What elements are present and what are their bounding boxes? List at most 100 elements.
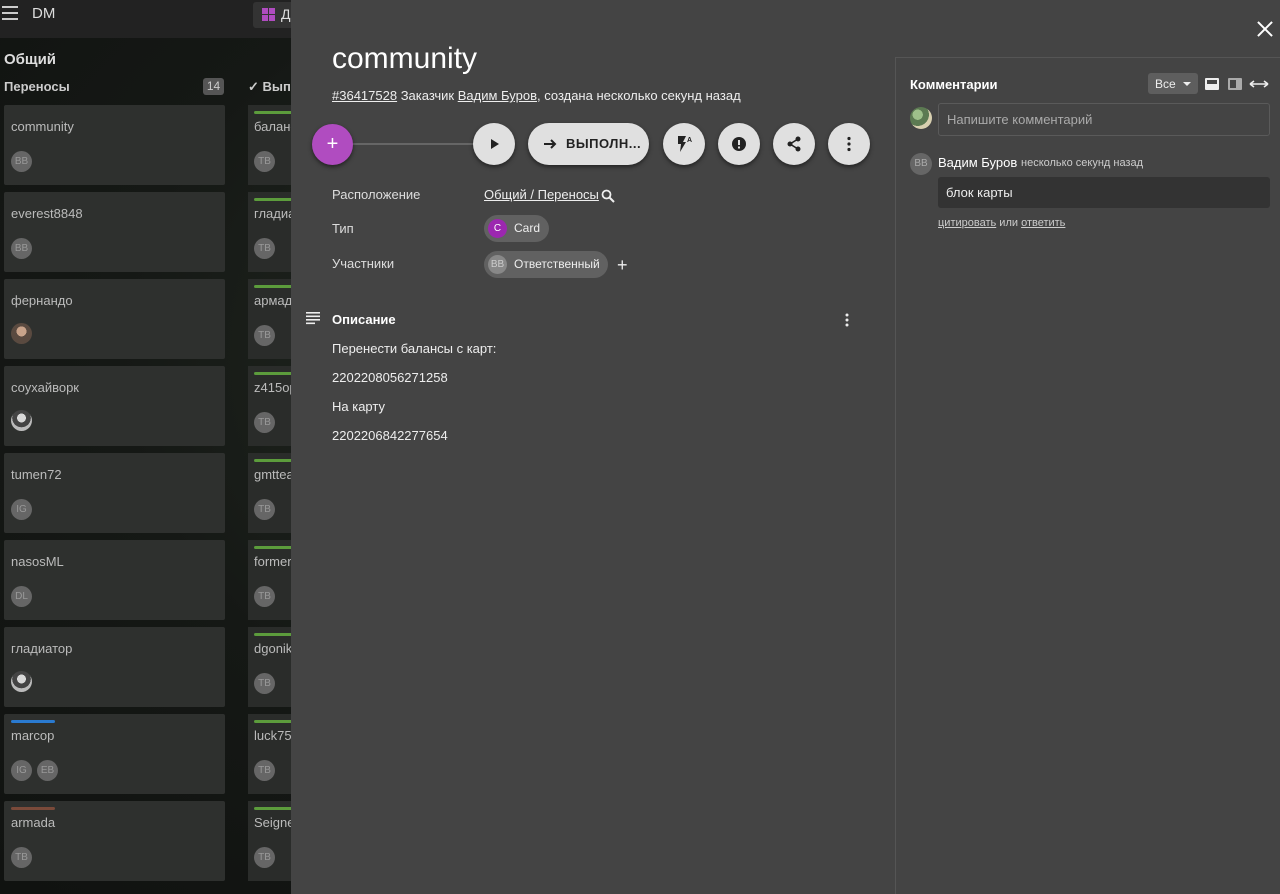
avatar: TB — [254, 499, 275, 520]
comments-filter-select[interactable]: Все — [1148, 73, 1198, 94]
task-card[interactable]: everest8848 ВВ — [4, 192, 225, 272]
task-card[interactable]: armada TB — [4, 801, 225, 881]
task-card[interactable]: nasosML DL — [4, 540, 225, 620]
expand-horizontal-icon[interactable] — [1249, 79, 1269, 89]
task-card[interactable]: Seigne TB — [248, 801, 292, 881]
task-card-name: marcop — [11, 728, 55, 743]
avatar: ВВ — [11, 151, 32, 172]
timeline-line — [352, 143, 477, 145]
description-line: Перенести балансы с карт: — [332, 341, 497, 356]
task-card[interactable]: tumen72 IG — [4, 453, 225, 533]
task-card[interactable]: dgonik TB — [248, 627, 292, 707]
task-card[interactable]: гладиатор — [4, 627, 225, 707]
task-card[interactable]: гладиатор TB — [248, 192, 292, 272]
alert-icon — [732, 137, 746, 151]
avatar: TB — [254, 238, 275, 259]
comments-filter-value: Все — [1155, 77, 1176, 91]
task-card-name: армада — [254, 293, 292, 308]
caret-down-icon — [1183, 82, 1191, 86]
more-button[interactable] — [828, 123, 870, 165]
type-chip-label: Card — [514, 221, 541, 235]
task-card-name: баланс — [254, 119, 292, 134]
task-card[interactable]: former TB — [248, 540, 292, 620]
close-icon[interactable] — [1256, 20, 1274, 38]
share-button[interactable] — [773, 123, 815, 165]
avatar: TB — [254, 760, 275, 781]
task-card[interactable]: баланс TB — [248, 105, 292, 185]
avatar: EB — [37, 760, 58, 781]
avatar: TB — [11, 847, 32, 868]
auto-flash-button[interactable]: A — [663, 123, 705, 165]
card-label-stripe — [11, 807, 55, 810]
comment-bubble: блок карты — [938, 177, 1270, 208]
task-card-name: nasosML — [11, 554, 64, 569]
column2-title: ✓ Выполнено — [248, 79, 292, 94]
description-title: Описание — [332, 312, 396, 327]
column-count-badge: 14 — [203, 78, 224, 95]
task-card-name: гладиатор — [11, 641, 73, 656]
created-text: , создана несколько секунд назад — [536, 88, 741, 103]
customer-label: Заказчик — [400, 88, 455, 103]
arrow-right-icon — [544, 139, 557, 149]
task-card-name: Seigne — [254, 815, 292, 830]
description-line: 2202206842277654 — [332, 428, 448, 443]
add-member-icon[interactable]: + — [617, 255, 628, 276]
task-card-name: dgonik — [254, 641, 292, 656]
menu-icon[interactable] — [2, 6, 18, 20]
task-card[interactable]: соухайворк — [4, 366, 225, 446]
avatar: TB — [254, 412, 275, 433]
comments-title: Комментарии — [910, 77, 998, 92]
share-icon — [787, 136, 801, 152]
task-card[interactable]: армада TB — [248, 279, 292, 359]
priority-button[interactable] — [718, 123, 760, 165]
location-link[interactable]: Общий / Переносы — [484, 187, 599, 202]
layout-bottom-icon[interactable] — [1205, 78, 1219, 90]
quote-link[interactable]: цитировать — [938, 217, 996, 229]
task-card[interactable]: gmtteam TB — [248, 453, 292, 533]
notes-icon — [306, 312, 320, 325]
task-card-name: community — [11, 119, 74, 134]
type-label: Тип — [332, 221, 354, 236]
column-title: Переносы — [4, 79, 70, 94]
reply-link[interactable]: ответить — [1021, 217, 1065, 229]
task-card-name: luck75 — [254, 728, 292, 743]
more-vertical-icon[interactable] — [845, 313, 849, 327]
card-label-stripe — [254, 807, 292, 810]
search-icon[interactable] — [601, 189, 615, 203]
task-meta: #36417528 Заказчик Вадим Буров, создана … — [332, 88, 741, 103]
task-card-name: гладиатор — [254, 206, 292, 221]
task-card-name: фернандо — [11, 293, 73, 308]
add-button[interactable]: + — [312, 124, 353, 165]
customer-link[interactable]: Вадим Буров — [458, 88, 537, 103]
task-card[interactable]: z415op TB — [248, 366, 292, 446]
comment-text: блок карты — [946, 185, 1013, 200]
task-card[interactable]: community ВВ — [4, 105, 225, 185]
comment-author: Вадим Буров — [938, 155, 1018, 170]
card-label-stripe — [11, 720, 55, 723]
task-card[interactable]: marcop IG EB — [4, 714, 225, 794]
card-label-stripe — [254, 633, 292, 636]
type-chip[interactable]: C Card — [484, 215, 549, 242]
more-vertical-icon — [847, 136, 851, 152]
member-avatar: ВВ — [488, 255, 507, 274]
task-card-name: tumen72 — [11, 467, 62, 482]
members-label: Участники — [332, 256, 395, 271]
status-button-label: ВЫПОЛН... — [566, 136, 642, 151]
member-chip[interactable]: ВВ Ответственный — [484, 251, 608, 278]
start-button[interactable] — [473, 123, 515, 165]
task-card-name: armada — [11, 815, 56, 830]
status-button[interactable]: ВЫПОЛН... — [528, 123, 649, 165]
task-card[interactable]: luck75 TB — [248, 714, 292, 794]
task-id-link[interactable]: #36417528 — [332, 88, 397, 103]
card-label-stripe — [254, 372, 292, 375]
avatar: IG — [11, 499, 32, 520]
or-text: или — [999, 217, 1019, 229]
comment-input[interactable] — [938, 103, 1270, 136]
card-label-stripe — [254, 111, 292, 114]
avatar — [11, 410, 32, 431]
layout-side-icon[interactable] — [1228, 78, 1242, 90]
description-line: На карту — [332, 399, 385, 414]
board-title: Общий — [4, 51, 57, 68]
avatar — [11, 323, 32, 344]
task-card[interactable]: фернандо — [4, 279, 225, 359]
